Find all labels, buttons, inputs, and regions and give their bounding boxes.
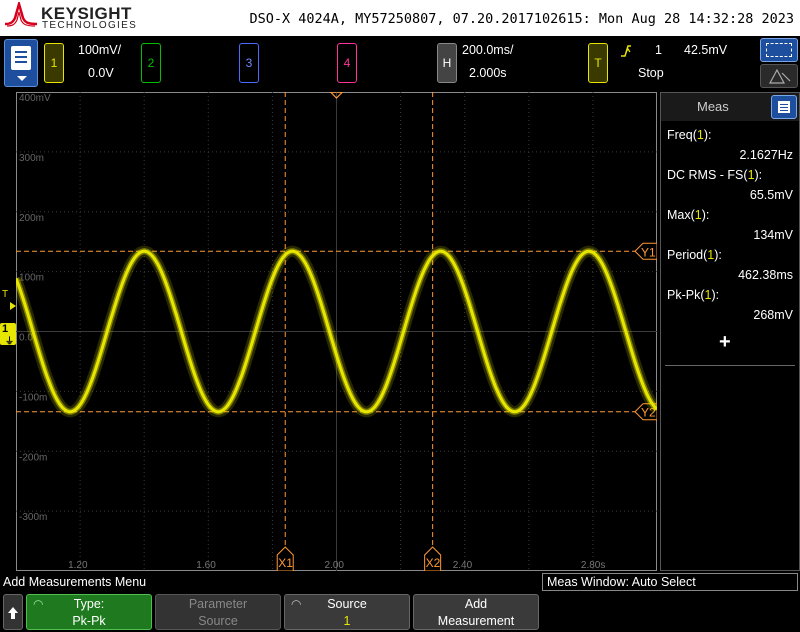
x-axis-tick-label: 1.60 bbox=[196, 560, 216, 571]
type-softkey[interactable]: ◠ Type: Pk-Pk bbox=[26, 594, 152, 630]
y-axis-tick-label: 400mV bbox=[19, 93, 51, 104]
menu-icon bbox=[11, 46, 31, 70]
y-axis-tick-label: 200m bbox=[19, 213, 44, 224]
meas-item-dc-rms: DC RMS - FS(1): 65.5mV bbox=[661, 166, 799, 206]
meas-label: Period(1): bbox=[667, 248, 722, 262]
ground-icon: ⏚ bbox=[5, 336, 15, 346]
back-button[interactable] bbox=[3, 594, 23, 630]
measure-mode-button[interactable] bbox=[760, 64, 798, 88]
channel-1-scale: 100mV/ bbox=[78, 43, 122, 57]
meas-panel-menu-button[interactable] bbox=[771, 95, 797, 119]
trigger-source: 1 bbox=[655, 43, 662, 57]
meas-item-period: Period(1): 462.38ms bbox=[661, 246, 799, 286]
channel-3-button[interactable]: 3 bbox=[239, 43, 259, 83]
x-axis-tick-label: 2.40 bbox=[453, 560, 473, 571]
y-axis-tick-label: 300m bbox=[19, 153, 44, 164]
timebase-scale: 200.0ms/ bbox=[462, 43, 514, 57]
channel-4-button[interactable]: 4 bbox=[337, 43, 357, 83]
channel-1-ground-marker[interactable]: 1 ⏚ bbox=[0, 323, 16, 346]
zoom-select-button[interactable] bbox=[760, 38, 798, 62]
meas-value: 462.38ms bbox=[738, 268, 793, 282]
channel-1-button[interactable]: 1 bbox=[44, 43, 64, 83]
y-axis-tick-label: -200m bbox=[19, 452, 47, 463]
cursor-label-x2: X2 bbox=[426, 556, 441, 570]
meas-item-freq: Freq(1): 2.1627Hz bbox=[661, 126, 799, 166]
cursor-label-x1: X1 bbox=[278, 556, 293, 570]
trigger-button[interactable]: T bbox=[588, 43, 608, 83]
meas-window-status: Meas Window: Auto Select bbox=[542, 573, 798, 591]
horizontal-label: H bbox=[442, 56, 452, 70]
channel-4-label: 4 bbox=[343, 56, 351, 70]
trigger-arrow-icon bbox=[10, 302, 16, 310]
parameter-softkey-label: Parameter bbox=[188, 597, 248, 611]
rotary-knob-icon: ◠ bbox=[291, 597, 302, 611]
trigger-level-marker: T bbox=[2, 289, 9, 300]
softkey-bar: ◠ Type: Pk-Pk Parameter Source ◠ Source … bbox=[0, 592, 800, 632]
header-bar: KEYSIGHT TECHNOLOGIES DSO-X 4024A, MY572… bbox=[0, 0, 800, 36]
y-axis-tick-label: -100m bbox=[19, 392, 47, 403]
add-measurement-softkey[interactable]: Add Measurement bbox=[413, 594, 539, 630]
source-softkey-value: 1 bbox=[343, 614, 351, 628]
meas-value: 65.5mV bbox=[749, 188, 793, 202]
trigger-label: T bbox=[594, 56, 602, 70]
meas-item-pk-pk: Pk-Pk(1): 268mV bbox=[661, 286, 799, 326]
rotary-knob-icon: ◠ bbox=[33, 597, 44, 611]
status-bar: 1 100mV/ 0.0V 2 3 4 H 200.0ms/ 2.000s T … bbox=[0, 36, 800, 92]
waveform-display[interactable]: 400mV 300m 200m 100m 0.0 -100m -200m -300m 1.20 1… bbox=[16, 92, 657, 571]
meas-value: 268mV bbox=[753, 308, 793, 322]
trigger-level: 42.5mV bbox=[684, 43, 728, 57]
meas-label: Pk-Pk(1): bbox=[667, 288, 720, 302]
menu-title-bar: Add Measurements Menu Meas Window: Auto … bbox=[0, 572, 800, 592]
meas-label: Freq(1): bbox=[667, 128, 712, 142]
type-softkey-value: Pk-Pk bbox=[72, 614, 106, 628]
acquisition-status: Stop bbox=[638, 66, 664, 80]
parameter-softkey-value: Source bbox=[198, 614, 238, 628]
x-axis-tick-label: 2.00 bbox=[325, 560, 345, 571]
brand-subtitle: TECHNOLOGIES bbox=[42, 20, 138, 31]
list-icon bbox=[778, 101, 790, 113]
add-measurement-icon[interactable]: + bbox=[719, 331, 731, 354]
meas-item-max: Max(1): 134mV bbox=[661, 206, 799, 246]
meas-divider bbox=[665, 365, 795, 366]
horizontal-button[interactable]: H bbox=[437, 43, 457, 83]
parameter-source-softkey[interactable]: Parameter Source bbox=[155, 594, 281, 630]
cursor-label-y1: Y1 bbox=[641, 245, 656, 259]
source-softkey[interactable]: ◠ Source 1 bbox=[284, 594, 410, 630]
channel-1-label: 1 bbox=[50, 56, 58, 70]
meas-panel-header: Meas bbox=[661, 93, 799, 121]
measurements-panel: Meas Freq(1): 2.1627Hz DC RMS - FS(1): 6… bbox=[660, 92, 800, 571]
x-axis-tick-label: 2.80s bbox=[581, 560, 605, 571]
add-softkey-label: Add bbox=[464, 597, 488, 611]
meas-label: Max(1): bbox=[667, 208, 710, 222]
zoom-box-icon bbox=[766, 43, 792, 57]
type-softkey-label: Type: bbox=[73, 597, 105, 611]
channel-2-button[interactable]: 2 bbox=[141, 43, 161, 83]
keysight-logo: KEYSIGHT TECHNOLOGIES bbox=[3, 0, 136, 32]
timebase-position: 2.000s bbox=[469, 66, 507, 80]
meas-value: 134mV bbox=[753, 228, 793, 242]
channel-1-offset: 0.0V bbox=[88, 66, 114, 80]
channel-2-label: 2 bbox=[147, 56, 155, 70]
menu-title: Add Measurements Menu bbox=[3, 575, 147, 589]
chevron-down-icon bbox=[17, 76, 27, 81]
up-arrow-icon bbox=[8, 607, 18, 619]
meas-value: 2.1627Hz bbox=[739, 148, 793, 162]
source-softkey-label: Source bbox=[327, 597, 367, 611]
main-menu-button[interactable] bbox=[4, 39, 38, 87]
keysight-wave-icon bbox=[4, 0, 38, 27]
x-axis-tick-label: 1.20 bbox=[68, 560, 88, 571]
meas-label: DC RMS - FS(1): bbox=[667, 168, 763, 182]
instrument-info: DSO-X 4024A, MY57250807, 07.20.201710261… bbox=[249, 11, 794, 27]
meas-panel-title: Meas bbox=[697, 99, 729, 114]
channel-3-label: 3 bbox=[245, 56, 253, 70]
waveform-plot: 400mV300m200m100m0.0-100m-200m-300m1.20 1… bbox=[16, 92, 657, 571]
delta-icon bbox=[768, 68, 791, 84]
rising-edge-icon bbox=[621, 45, 631, 57]
add-softkey-value: Measurement bbox=[437, 614, 515, 628]
y-axis-tick-label: -300m bbox=[19, 512, 47, 523]
